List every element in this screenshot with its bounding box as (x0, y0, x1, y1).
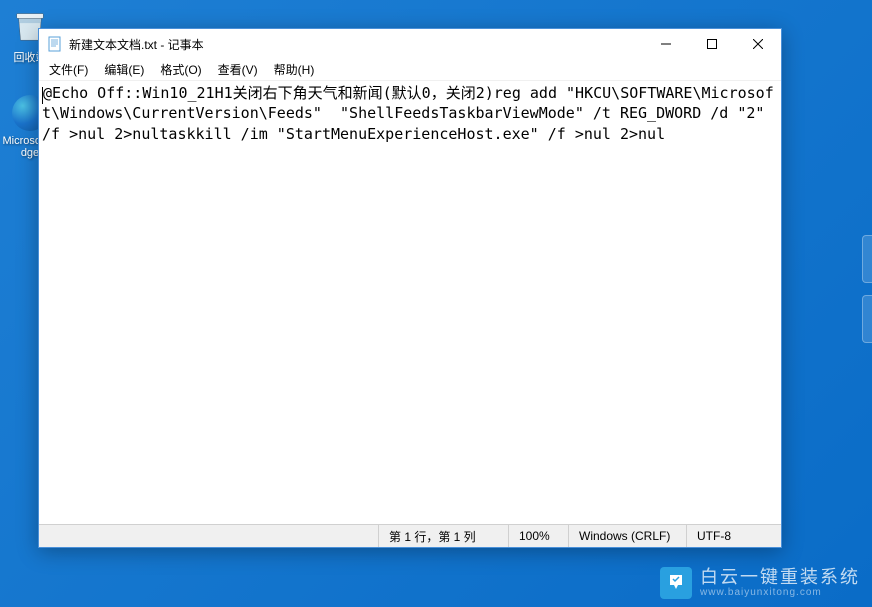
window-controls (643, 29, 781, 59)
close-button[interactable] (735, 29, 781, 59)
status-eol: Windows (CRLF) (568, 525, 686, 547)
statusbar: 第 1 行，第 1 列 100% Windows (CRLF) UTF-8 (39, 524, 781, 547)
minimize-button[interactable] (643, 29, 689, 59)
watermark-title: 白云一键重装系统 (700, 568, 860, 588)
menu-help[interactable]: 帮助(H) (266, 59, 323, 80)
menu-view[interactable]: 查看(V) (210, 59, 266, 80)
text-cursor (42, 87, 43, 104)
right-edge-panels (862, 235, 872, 355)
menu-format[interactable]: 格式(O) (152, 59, 209, 80)
window-title: 新建文本文档.txt - 记事本 (69, 36, 643, 53)
text-editor-area[interactable]: @Echo Off::Win10_21H1关闭右下角天气和新闻(默认0，关闭2)… (39, 80, 781, 524)
menu-file[interactable]: 文件(F) (41, 59, 96, 80)
status-zoom: 100% (508, 525, 568, 547)
watermark: 白云一键重装系统 www.baiyunxitong.com (660, 567, 860, 599)
edge-panel-1[interactable] (862, 235, 872, 283)
status-position: 第 1 行，第 1 列 (378, 525, 508, 547)
editor-content: @Echo Off::Win10_21H1关闭右下角天气和新闻(默认0，关闭2)… (42, 84, 774, 143)
watermark-url: www.baiyunxitong.com (700, 587, 860, 598)
notepad-window: 新建文本文档.txt - 记事本 文件(F) 编辑(E) 格式(O) 查看(V)… (38, 28, 782, 548)
notepad-app-icon (47, 36, 63, 52)
menubar: 文件(F) 编辑(E) 格式(O) 查看(V) 帮助(H) (39, 59, 781, 80)
maximize-button[interactable] (689, 29, 735, 59)
menu-edit[interactable]: 编辑(E) (96, 59, 152, 80)
titlebar[interactable]: 新建文本文档.txt - 记事本 (39, 29, 781, 59)
watermark-logo-icon (660, 567, 692, 599)
status-encoding: UTF-8 (686, 525, 781, 547)
edge-panel-2[interactable] (862, 295, 872, 343)
